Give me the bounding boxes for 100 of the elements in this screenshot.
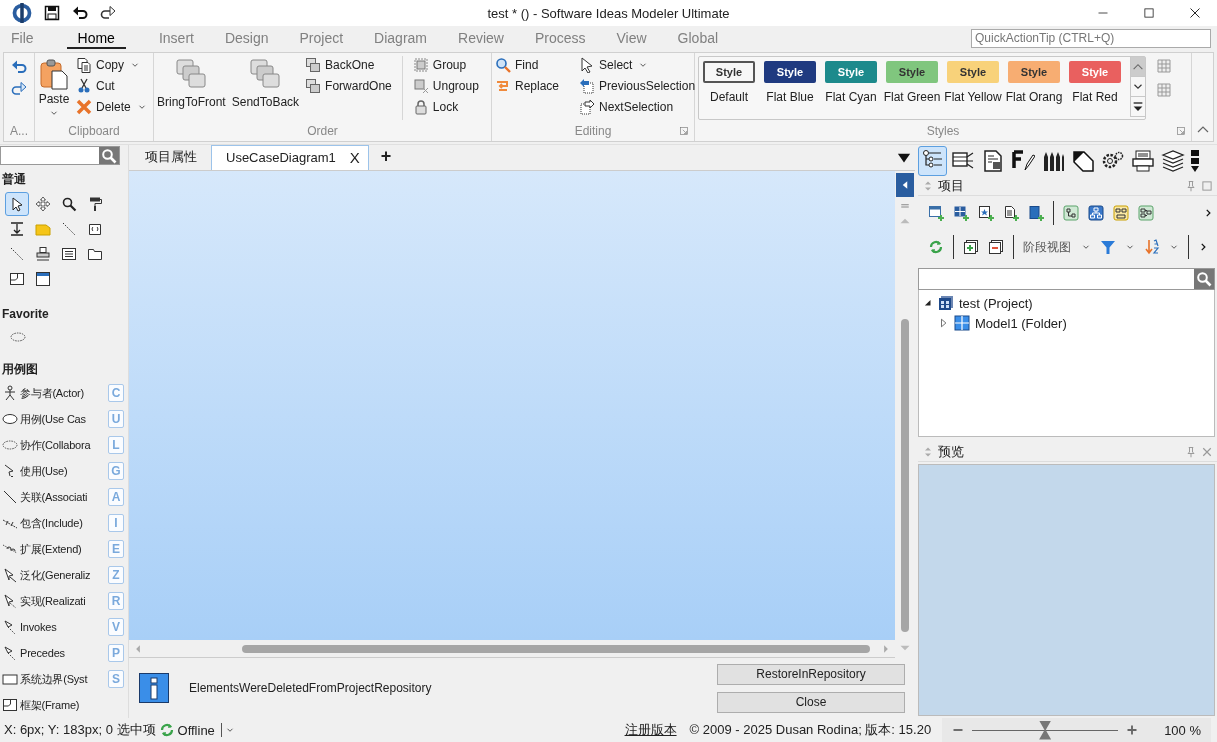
- close-icon[interactable]: [1189, 7, 1201, 19]
- refresh-icon[interactable]: [158, 722, 175, 738]
- replace-button[interactable]: Replace: [495, 77, 560, 94]
- expander-icon[interactable]: [923, 298, 933, 308]
- expand-all-icon[interactable]: [963, 239, 979, 255]
- toolbox-item[interactable]: 协作(Collabora: [0, 437, 108, 453]
- notification-button[interactable]: RestoreInRepository: [717, 663, 905, 685]
- ribbon-tab[interactable]: Design: [213, 27, 280, 49]
- phase-view-dropdown[interactable]: 阶段视图: [1023, 238, 1091, 256]
- slider-thumb[interactable]: [1039, 720, 1052, 740]
- toolbox-item[interactable]: 泛化(Generaliz: [0, 567, 108, 583]
- next-selection-button[interactable]: NextSelection: [579, 98, 696, 115]
- style-swatch[interactable]: Style: [886, 61, 938, 83]
- arrange-button[interactable]: SendToBack: [231, 56, 300, 124]
- maximize-icon[interactable]: [1143, 7, 1155, 19]
- chevron-right-icon[interactable]: [1203, 208, 1213, 218]
- select-button[interactable]: Select: [579, 56, 633, 73]
- undo-icon[interactable]: [72, 5, 88, 21]
- tree-view-button[interactable]: [918, 146, 947, 176]
- shortcut-key: Z: [108, 566, 124, 584]
- arrange-button[interactable]: ForwardOne: [305, 77, 392, 94]
- group-button[interactable]: Ungroup: [412, 77, 479, 94]
- toolbox-item[interactable]: 参与者(Actor): [0, 385, 108, 401]
- toolbox-item[interactable]: 实现(Realizati: [0, 593, 108, 609]
- find-button[interactable]: Find: [495, 56, 560, 73]
- zoom-in-icon[interactable]: [1126, 724, 1139, 736]
- app-logo-icon[interactable]: [12, 3, 32, 23]
- register-link[interactable]: 注册版本: [624, 721, 677, 739]
- pin-icon[interactable]: [1185, 446, 1197, 458]
- toolbox-item[interactable]: 扩展(Extend): [0, 541, 108, 557]
- dashed-ellipse-icon[interactable]: [10, 329, 26, 345]
- scroll-thumb[interactable]: [901, 319, 909, 632]
- scroll-up-icon[interactable]: [1131, 57, 1145, 77]
- add-tab-button[interactable]: +: [372, 146, 400, 170]
- toolbox-item[interactable]: 用例(Use Cas: [0, 411, 108, 427]
- toolbox-item[interactable]: 框架(Frame): [0, 697, 108, 713]
- ribbon-tab[interactable]: Review: [447, 27, 515, 49]
- grip-icon[interactable]: [922, 180, 934, 192]
- document-add-icon[interactable]: [1003, 205, 1019, 221]
- document-tab[interactable]: UseCaseDiagram1 X: [211, 145, 369, 170]
- grip-icon[interactable]: [922, 446, 934, 458]
- more-views-icon[interactable]: [1191, 150, 1199, 172]
- pointer-tool[interactable]: [5, 192, 29, 216]
- style-swatch[interactable]: Style: [947, 61, 999, 83]
- toolbox-item[interactable]: 关联(Associati: [0, 489, 108, 505]
- notification-button[interactable]: Close: [717, 691, 905, 713]
- paste-button[interactable]: Paste: [38, 56, 70, 124]
- project-search-field[interactable]: [918, 268, 1215, 290]
- diagram-icon[interactable]: [1063, 205, 1079, 221]
- previous-selection-button[interactable]: PreviousSelection: [579, 77, 696, 94]
- arrange-button[interactable]: BackOne: [305, 56, 392, 73]
- close-tab-button[interactable]: X: [349, 149, 360, 166]
- quick-action-field[interactable]: QuickActionTip (CTRL+Q): [971, 28, 1211, 48]
- copy-button[interactable]: Copy: [76, 56, 124, 73]
- diagram-icon[interactable]: [1113, 205, 1129, 221]
- style-swatch[interactable]: Style: [1008, 61, 1060, 83]
- search-icon[interactable]: [1196, 271, 1212, 287]
- collapse-all-icon[interactable]: [988, 239, 1004, 255]
- group-button[interactable]: Lock: [412, 98, 479, 115]
- tree-item[interactable]: Model1 (Folder): [975, 315, 1067, 331]
- chevron-right-icon[interactable]: [1198, 242, 1208, 252]
- delete-button[interactable]: Delete: [76, 98, 131, 115]
- ribbon-tab[interactable]: Diagram: [363, 27, 438, 49]
- ribbon-tab[interactable]: Project: [288, 27, 355, 49]
- arrange-button[interactable]: BringToFront: [157, 56, 226, 124]
- document-tab[interactable]: 项目属性: [135, 144, 207, 170]
- toolbox-item[interactable]: 系统边界(Syst: [0, 671, 108, 687]
- group-label: Order: [306, 124, 339, 140]
- toolbox-item[interactable]: Precedes: [0, 645, 108, 661]
- grid-add-icon[interactable]: [953, 205, 969, 221]
- toolbox-item[interactable]: 使用(Use): [0, 463, 108, 479]
- group-button[interactable]: Group: [412, 56, 479, 73]
- search-icon[interactable]: [101, 147, 117, 164]
- redo-icon[interactable]: [100, 5, 116, 21]
- pin-icon[interactable]: [1185, 180, 1197, 192]
- ribbon-tab[interactable]: Home: [66, 27, 126, 49]
- ribbon-tab[interactable]: View: [605, 27, 658, 49]
- save-icon[interactable]: [44, 5, 60, 21]
- star-add-icon[interactable]: [978, 205, 994, 221]
- ribbon-tab[interactable]: Process: [523, 27, 597, 49]
- hierarchy-icon[interactable]: [1088, 205, 1104, 221]
- refresh-icon[interactable]: [928, 239, 944, 255]
- sort-icon[interactable]: [1144, 239, 1160, 255]
- style-swatch[interactable]: Style: [825, 61, 877, 83]
- ribbon-tab[interactable]: Global: [666, 27, 730, 49]
- toolbox-item[interactable]: Invokes: [0, 619, 108, 635]
- toolbox-search-field[interactable]: [0, 146, 120, 165]
- window-add-icon[interactable]: [928, 205, 944, 221]
- book-add-icon[interactable]: [1028, 205, 1044, 221]
- scroll-thumb[interactable]: [241, 644, 870, 653]
- ribbon-tab[interactable]: File: [0, 27, 45, 49]
- cut-button[interactable]: Cut: [76, 77, 115, 94]
- filter-icon[interactable]: [1100, 239, 1116, 255]
- diagram-icon[interactable]: [1138, 205, 1154, 221]
- style-swatch[interactable]: Style: [764, 61, 816, 83]
- toolbox-item[interactable]: 包含(Include): [0, 515, 108, 531]
- tree-item[interactable]: test (Project): [959, 295, 1033, 311]
- ribbon-tab[interactable]: Insert: [147, 27, 205, 49]
- collapse-panel-button[interactable]: [896, 173, 914, 197]
- style-swatch[interactable]: Style: [703, 61, 755, 83]
